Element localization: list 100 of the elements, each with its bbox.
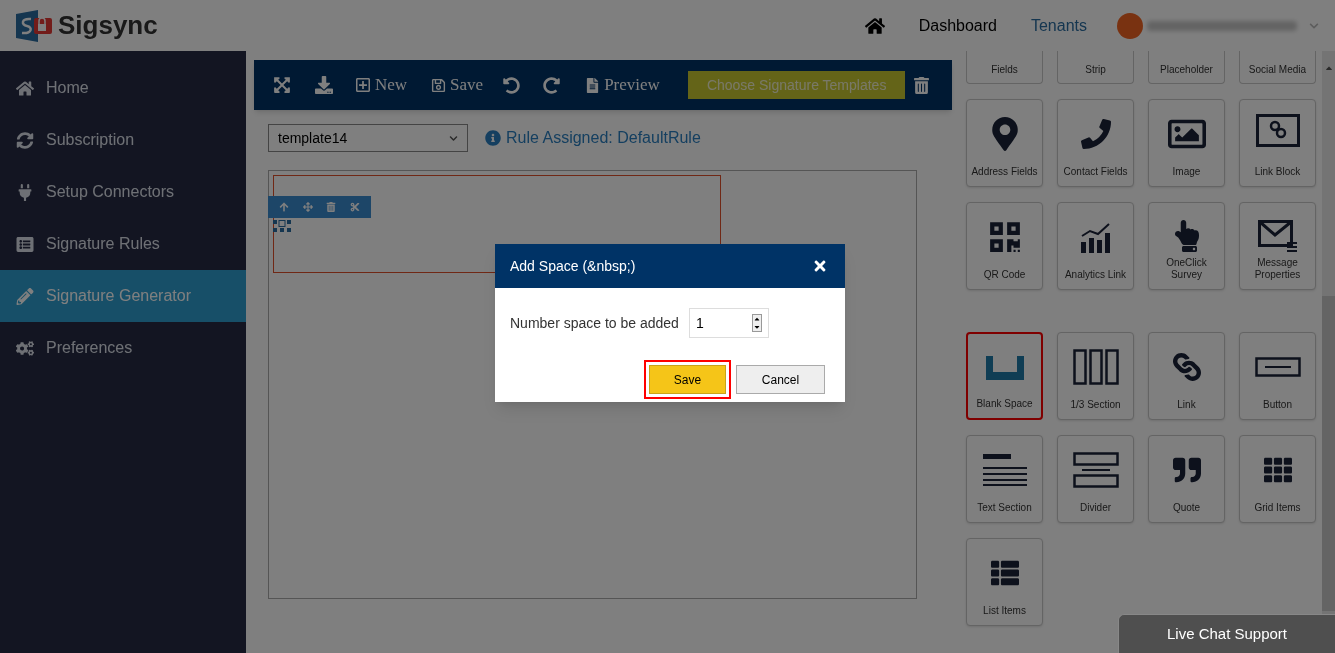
tile-label: Link xyxy=(1176,399,1197,411)
tile-label: Button xyxy=(1262,399,1293,411)
bar-chart-icon xyxy=(1079,220,1112,254)
tile-label: Quote xyxy=(1171,502,1202,514)
button-shape-icon xyxy=(1254,357,1301,377)
qr-code-icon xyxy=(987,220,1022,254)
envelope-icon xyxy=(1257,220,1298,252)
element-tile[interactable]: Divider xyxy=(1057,435,1134,523)
tile-label: Address Fields xyxy=(970,166,1039,178)
trash-icon[interactable] xyxy=(913,76,931,94)
tile-label: Fields xyxy=(991,63,1018,77)
element-tile[interactable]: OneClick Survey xyxy=(1148,202,1225,290)
scissors-icon[interactable] xyxy=(350,202,361,212)
element-tile[interactable]: Button xyxy=(1239,332,1316,420)
logo-icon xyxy=(16,9,54,42)
chevron-down-icon[interactable] xyxy=(1309,20,1319,31)
element-tile[interactable]: Blank Space xyxy=(966,332,1043,420)
three-columns-icon xyxy=(1072,349,1119,385)
redo-icon[interactable] xyxy=(543,76,561,94)
element-tile[interactable]: Contact Fields xyxy=(1057,99,1134,187)
tile-label: 1/3 Section xyxy=(1069,399,1122,411)
element-tile[interactable]: Social Media xyxy=(1239,51,1316,84)
element-tile[interactable]: Address Fields xyxy=(966,99,1043,187)
element-tile[interactable]: QR Code xyxy=(966,202,1043,290)
number-input[interactable]: 1 xyxy=(688,308,769,338)
chevron-down-icon xyxy=(449,133,458,143)
quote-icon xyxy=(1172,456,1201,484)
arrow-up-icon[interactable] xyxy=(278,202,289,212)
element-tile[interactable]: Analytics Link xyxy=(1057,202,1134,290)
undo-icon[interactable] xyxy=(503,76,521,94)
blank-space-icon xyxy=(985,356,1024,380)
save-button[interactable]: Save xyxy=(649,365,726,394)
element-tile[interactable]: Placeholder xyxy=(1148,51,1225,84)
element-tile[interactable]: Message Properties xyxy=(1239,202,1316,290)
tile-label: Contact Fields xyxy=(1062,166,1129,178)
expand-icon[interactable] xyxy=(273,76,291,94)
nav-link[interactable]: Dashboard xyxy=(918,13,997,38)
list-icon xyxy=(990,559,1019,587)
tile-label: Text Section xyxy=(976,502,1033,514)
home-icon xyxy=(16,79,34,97)
element-tile[interactable]: Fields xyxy=(966,51,1043,84)
save-icon xyxy=(431,77,447,93)
spacer-placeholder-icon xyxy=(273,220,293,234)
divider-icon xyxy=(1072,452,1119,488)
nav-link[interactable]: Tenants xyxy=(1030,13,1087,38)
info-icon xyxy=(485,130,501,146)
text-lines-icon xyxy=(982,454,1027,486)
move-icon[interactable] xyxy=(302,202,313,212)
tile-label: Image xyxy=(1171,166,1202,178)
trash-icon[interactable] xyxy=(326,202,337,212)
element-tile[interactable]: 1/3 Section xyxy=(1057,332,1134,420)
sidebar-item[interactable]: Subscription xyxy=(0,114,246,166)
element-tile[interactable]: Link xyxy=(1148,332,1225,420)
element-tile[interactable]: Image xyxy=(1148,99,1225,187)
sidebar-item[interactable]: Preferences xyxy=(0,322,246,374)
scrollbar-thumb[interactable] xyxy=(1322,296,1335,611)
element-tile[interactable]: Link Block xyxy=(1239,99,1316,187)
grid-icon xyxy=(1263,456,1292,484)
tile-label: Analytics Link xyxy=(1063,269,1128,281)
tile-label: Link Block xyxy=(1253,166,1302,178)
plug-icon xyxy=(16,183,34,201)
pencil-icon xyxy=(16,287,34,305)
new-button[interactable]: New xyxy=(355,72,408,98)
cancel-button[interactable]: Cancel xyxy=(736,365,825,394)
user-avatar[interactable] xyxy=(1117,12,1143,39)
sidebar-item[interactable]: Signature Rules xyxy=(0,218,246,270)
tile-label: OneClick Survey xyxy=(1165,257,1208,281)
tile-label: Blank Space xyxy=(975,398,1034,410)
rule-assigned-text: Rule Assigned: DefaultRule xyxy=(506,128,701,148)
tile-label: QR Code xyxy=(982,269,1027,281)
sidebar-item[interactable]: Setup Connectors xyxy=(0,166,246,218)
sidebar-item[interactable]: Home xyxy=(0,62,246,114)
home-icon[interactable] xyxy=(864,15,885,36)
logo-text: Sigsync xyxy=(58,9,158,42)
preview-button[interactable]: Preview xyxy=(585,72,660,98)
tile-label: Divider xyxy=(1078,502,1113,514)
tile-label: List Items xyxy=(982,605,1027,617)
tile-label: Placeholder xyxy=(1160,63,1213,77)
link-icon xyxy=(1172,353,1201,381)
plus-icon xyxy=(355,77,371,93)
close-icon[interactable] xyxy=(812,258,828,274)
gears-icon xyxy=(16,339,34,357)
tile-label: Social Media xyxy=(1248,63,1307,77)
phone-icon xyxy=(1080,119,1111,149)
field-label: Number space to be added xyxy=(510,313,679,333)
tile-label: Grid Items xyxy=(1253,502,1302,514)
element-tile[interactable]: Strip xyxy=(1057,51,1134,84)
tile-label: Strip xyxy=(1085,63,1106,77)
element-tile[interactable]: Quote xyxy=(1148,435,1225,523)
refresh-icon xyxy=(16,131,34,149)
live-chat-button[interactable]: Live Chat Support xyxy=(1118,614,1335,653)
element-tile[interactable]: Grid Items xyxy=(1239,435,1316,523)
element-tile[interactable]: Text Section xyxy=(966,435,1043,523)
dialog-title: Add Space (&nbsp;) xyxy=(510,256,636,276)
spinner-arrows-icon[interactable] xyxy=(751,314,762,332)
tile-label: Message Properties xyxy=(1253,257,1302,281)
template-select[interactable]: template14 xyxy=(268,124,468,152)
element-tile[interactable]: List Items xyxy=(966,538,1043,626)
save-toolbar-button[interactable]: Save xyxy=(431,72,484,98)
download-icon[interactable] xyxy=(315,76,333,94)
